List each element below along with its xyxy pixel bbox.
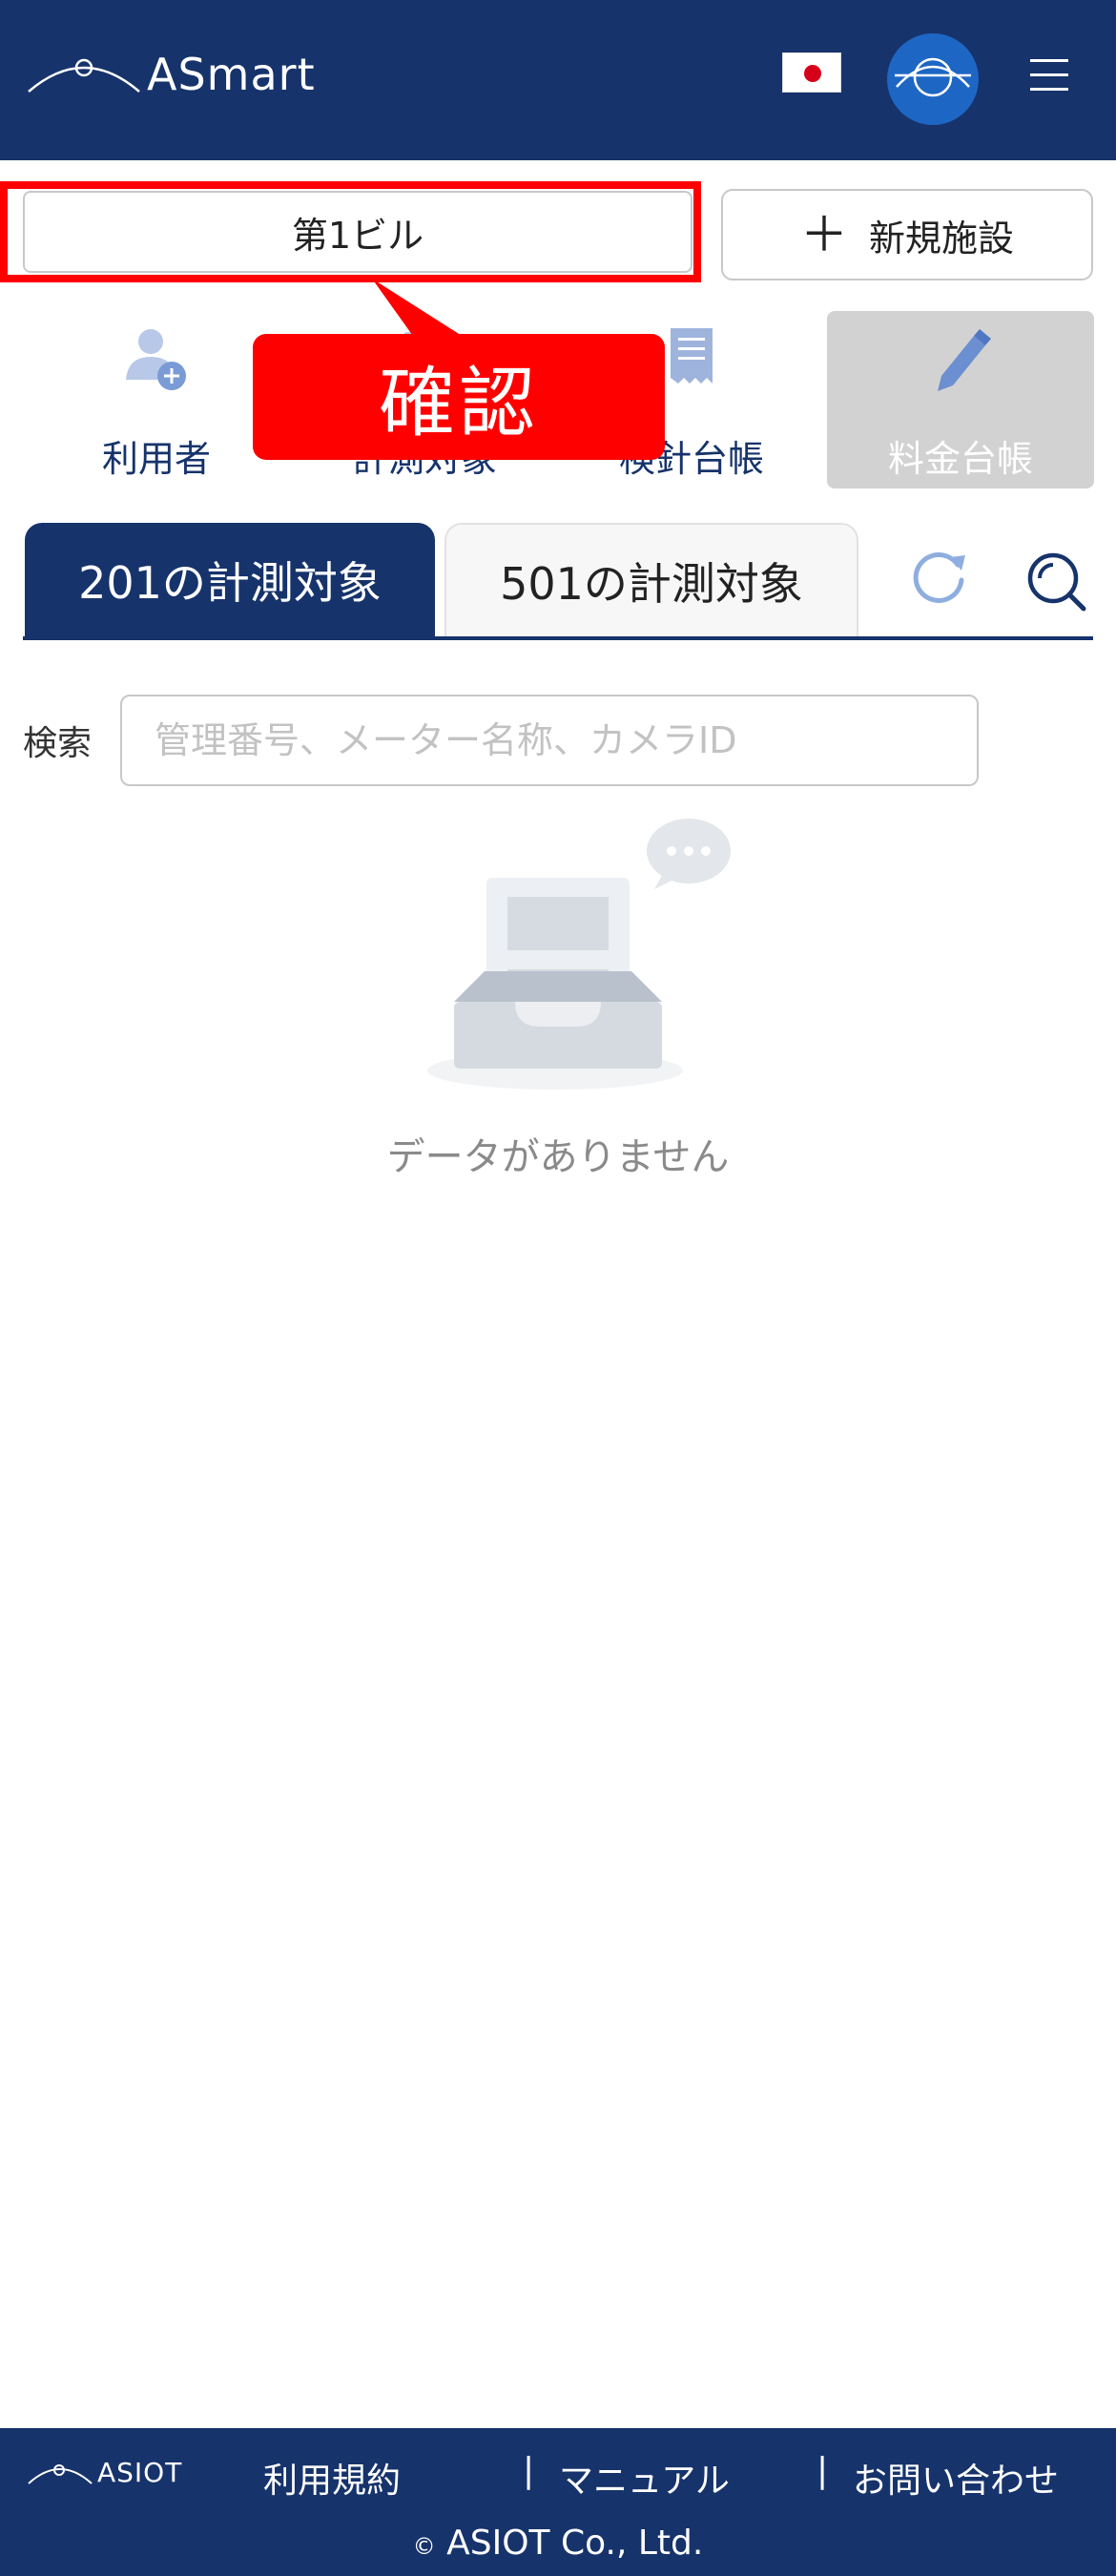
tab-201-targets[interactable]: 201の計測対象 (25, 523, 435, 637)
asiot-logo-text: ASIOT (97, 2457, 183, 2488)
pencil-icon (938, 329, 991, 391)
new-facility-label: 新規施設 (868, 217, 1014, 260)
nav-fee-ledger[interactable]: 料金台帳 (827, 311, 1094, 488)
footer-link-contact[interactable]: お問い合わせ (853, 2453, 1059, 2503)
logo-text: ASmart (147, 49, 316, 100)
orbit-logo-icon (28, 58, 140, 93)
asmart-logo[interactable]: ASmart (27, 46, 316, 103)
footer-link-terms[interactable]: 利用規約 (263, 2453, 401, 2503)
copyright-symbol: © (412, 2533, 436, 2560)
meter-ledger-icon (671, 328, 713, 384)
copyright-text: © ASIOT Co., Ltd. (0, 2524, 1116, 2563)
callout-text: 確認 (379, 359, 539, 447)
refresh-icon[interactable] (908, 546, 969, 607)
hamburger-menu-icon[interactable] (1030, 59, 1068, 93)
footer-separator: | (816, 2451, 829, 2490)
tabs-underline (23, 636, 1093, 640)
search-input[interactable] (120, 695, 979, 786)
tab-201-label: 201の計測対象 (78, 557, 382, 609)
footer-separator: | (523, 2451, 535, 2490)
copyright-company: ASIOT Co., Ltd. (446, 2524, 704, 2563)
plus-icon: ＋ (799, 207, 848, 262)
app-header: ASmart (0, 0, 1116, 160)
new-facility-button[interactable]: ＋ 新規施設 (721, 189, 1093, 280)
footer-link-manual[interactable]: マニュアル (559, 2453, 730, 2503)
add-user-icon (126, 329, 186, 390)
nav-fee-ledger-label: 料金台帳 (887, 438, 1033, 480)
empty-inbox-icon (427, 819, 731, 1090)
nav-users-label: 利用者 (101, 438, 211, 480)
search-icon[interactable] (1024, 550, 1087, 613)
annotation-callout: 確認 (253, 334, 665, 460)
empty-state-text: データがありません (386, 1135, 730, 1179)
tab-501-targets[interactable]: 501の計測対象 (444, 523, 858, 637)
globe-avatar-icon[interactable] (887, 33, 979, 125)
asiot-logo-icon (28, 2463, 93, 2484)
japan-flag-icon[interactable] (782, 52, 841, 93)
asiot-logo[interactable]: ASIOT (27, 2457, 182, 2488)
nav-users[interactable]: 利用者 (23, 311, 290, 488)
tab-501-label: 501の計測対象 (500, 558, 803, 610)
app-footer: ASIOT 利用規約 | マニュアル | お問い合わせ © ASIOT Co.,… (0, 2428, 1116, 2576)
annotation-highlight-box (0, 181, 701, 282)
search-label: 検索 (23, 724, 93, 763)
